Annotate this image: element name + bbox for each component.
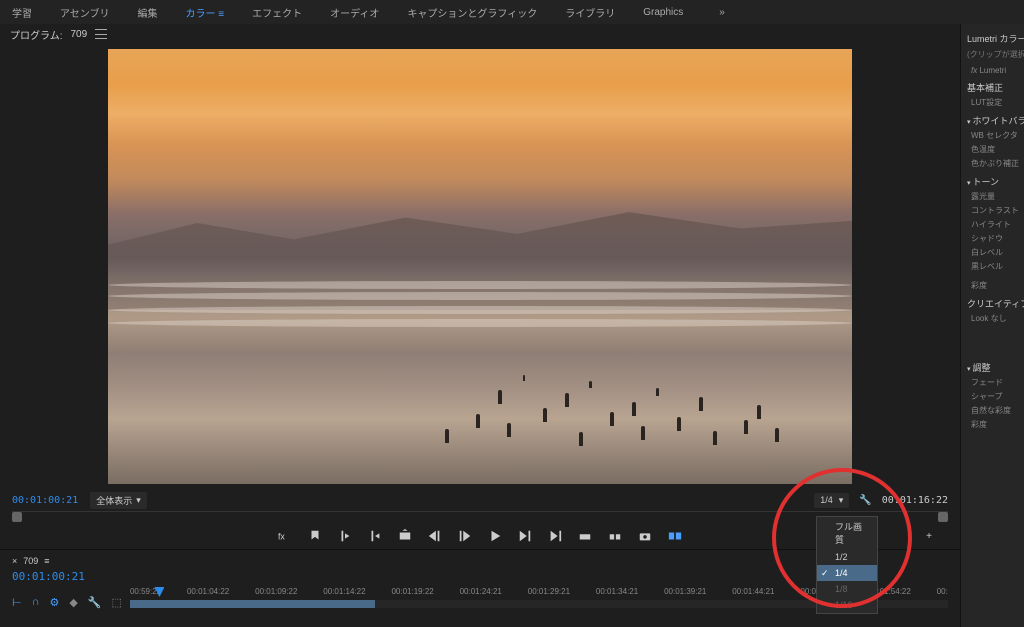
playback-resolution-dropdown[interactable]: 1/4▾	[814, 493, 849, 508]
marker-tool-icon[interactable]: ◆	[69, 596, 77, 609]
lift-icon[interactable]	[578, 529, 592, 543]
fx-badge-icon[interactable]: fx	[278, 529, 292, 543]
lumetri-lut[interactable]: LUT設定	[967, 97, 1018, 108]
linked-selection-icon[interactable]: ⚙	[50, 596, 60, 609]
step-forward-icon[interactable]	[518, 529, 532, 543]
mark-out-icon[interactable]	[368, 529, 382, 543]
timeline-tools: ⊢ ∩ ⚙ ◆ 🔧 ⬚	[12, 587, 122, 617]
button-editor-icon[interactable]: +	[926, 531, 932, 542]
settings-tool-icon[interactable]: ⬚	[112, 596, 122, 609]
sequence-tab[interactable]: 709	[23, 556, 38, 566]
export-frame-icon[interactable]	[398, 529, 412, 543]
timeline-clip[interactable]	[130, 600, 375, 608]
timecode-current[interactable]: 00:01:00:21	[12, 495, 78, 506]
program-monitor	[0, 44, 960, 489]
tab-effects[interactable]: エフェクト	[252, 5, 302, 20]
timecode-duration[interactable]: 00:01:16:22	[882, 495, 948, 506]
lumetri-adjust[interactable]: 調整	[967, 361, 1018, 374]
lumetri-color-panel: Lumetri カラー (クリップが選択 fx Lumetri 基本補正 LUT…	[960, 24, 1024, 627]
add-marker-icon[interactable]	[308, 529, 322, 543]
lumetri-basic[interactable]: 基本補正	[967, 81, 1018, 94]
sequence-menu-icon[interactable]: ≡	[44, 556, 49, 566]
lumetri-fx: fx Lumetri	[967, 66, 1018, 75]
snap-icon[interactable]: ⊢	[12, 596, 22, 609]
workspace-tabs: 学習 アセンブリ 編集 カラー ≡ エフェクト オーディオ キャプションとグラフ…	[0, 0, 1024, 24]
play-icon[interactable]	[488, 529, 502, 543]
svg-text:fx: fx	[278, 532, 285, 542]
tab-assembly[interactable]: アセンブリ	[60, 5, 110, 20]
tab-learn[interactable]: 学習	[12, 5, 32, 20]
program-header: プログラム: 709	[0, 24, 960, 44]
tab-captions[interactable]: キャプションとグラフィック	[407, 5, 537, 20]
resolution-dropdown-menu: フル画質 1/2 1/4 1/8 1/16	[816, 516, 878, 614]
program-label: プログラム:	[10, 27, 62, 42]
go-to-out-icon[interactable]	[548, 529, 562, 543]
tab-audio[interactable]: オーディオ	[330, 5, 379, 20]
step-back-icon[interactable]	[458, 529, 472, 543]
lumetri-clip-none: (クリップが選択	[967, 49, 1018, 60]
resolution-option-sixteenth[interactable]: 1/16	[817, 597, 877, 613]
video-frame[interactable]	[108, 49, 852, 484]
comparison-view-icon[interactable]	[668, 529, 682, 543]
panel-menu-icon[interactable]	[95, 29, 107, 39]
program-name: 709	[70, 29, 87, 40]
tab-color[interactable]: カラー ≡	[186, 5, 225, 20]
resolution-option-eighth[interactable]: 1/8	[817, 581, 877, 597]
extract-icon[interactable]	[608, 529, 622, 543]
zoom-fit-dropdown[interactable]: 全体表示▾	[90, 492, 147, 509]
lumetri-tone-section[interactable]: トーン	[967, 175, 1018, 188]
timeline-timecode[interactable]: 00:01:00:21	[12, 570, 948, 583]
tab-graphics[interactable]: Graphics	[643, 7, 683, 18]
tab-library[interactable]: ライブラリ	[565, 5, 615, 20]
mark-in-icon[interactable]	[338, 529, 352, 543]
program-ruler[interactable]	[12, 511, 948, 523]
camera-icon[interactable]	[638, 529, 652, 543]
tab-edit[interactable]: 編集	[138, 5, 158, 20]
resolution-option-full[interactable]: フル画質	[817, 517, 877, 549]
go-to-in-icon[interactable]	[428, 529, 442, 543]
tabs-overflow[interactable]: »	[719, 7, 725, 18]
lumetri-title: Lumetri カラー	[967, 32, 1018, 45]
lumetri-wb-section[interactable]: ホワイトバラ	[967, 114, 1018, 127]
timecode-row: 00:01:00:21 全体表示▾ 1/4▾ 🔧 00:01:16:22	[0, 489, 960, 511]
resolution-option-quarter[interactable]: 1/4	[817, 565, 877, 581]
sequence-tab-close[interactable]: ×	[12, 556, 17, 566]
lumetri-creative[interactable]: クリエイティブ	[967, 297, 1018, 310]
settings-wrench-icon[interactable]: 🔧	[859, 495, 871, 506]
wrench-tool-icon[interactable]: 🔧	[88, 596, 102, 609]
magnet-icon[interactable]: ∩	[32, 596, 40, 608]
resolution-option-half[interactable]: 1/2	[817, 549, 877, 565]
